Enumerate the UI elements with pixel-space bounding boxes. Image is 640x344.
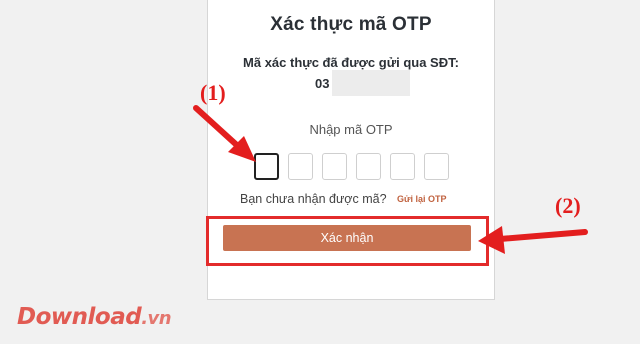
watermark-logo: Download.vn	[17, 304, 172, 330]
arrow-1-icon	[193, 105, 256, 162]
arrow-2-icon	[478, 226, 588, 254]
annotation-arrows	[193, 105, 588, 254]
watermark-main: Download	[17, 304, 142, 330]
watermark-ext: .vn	[141, 308, 172, 329]
